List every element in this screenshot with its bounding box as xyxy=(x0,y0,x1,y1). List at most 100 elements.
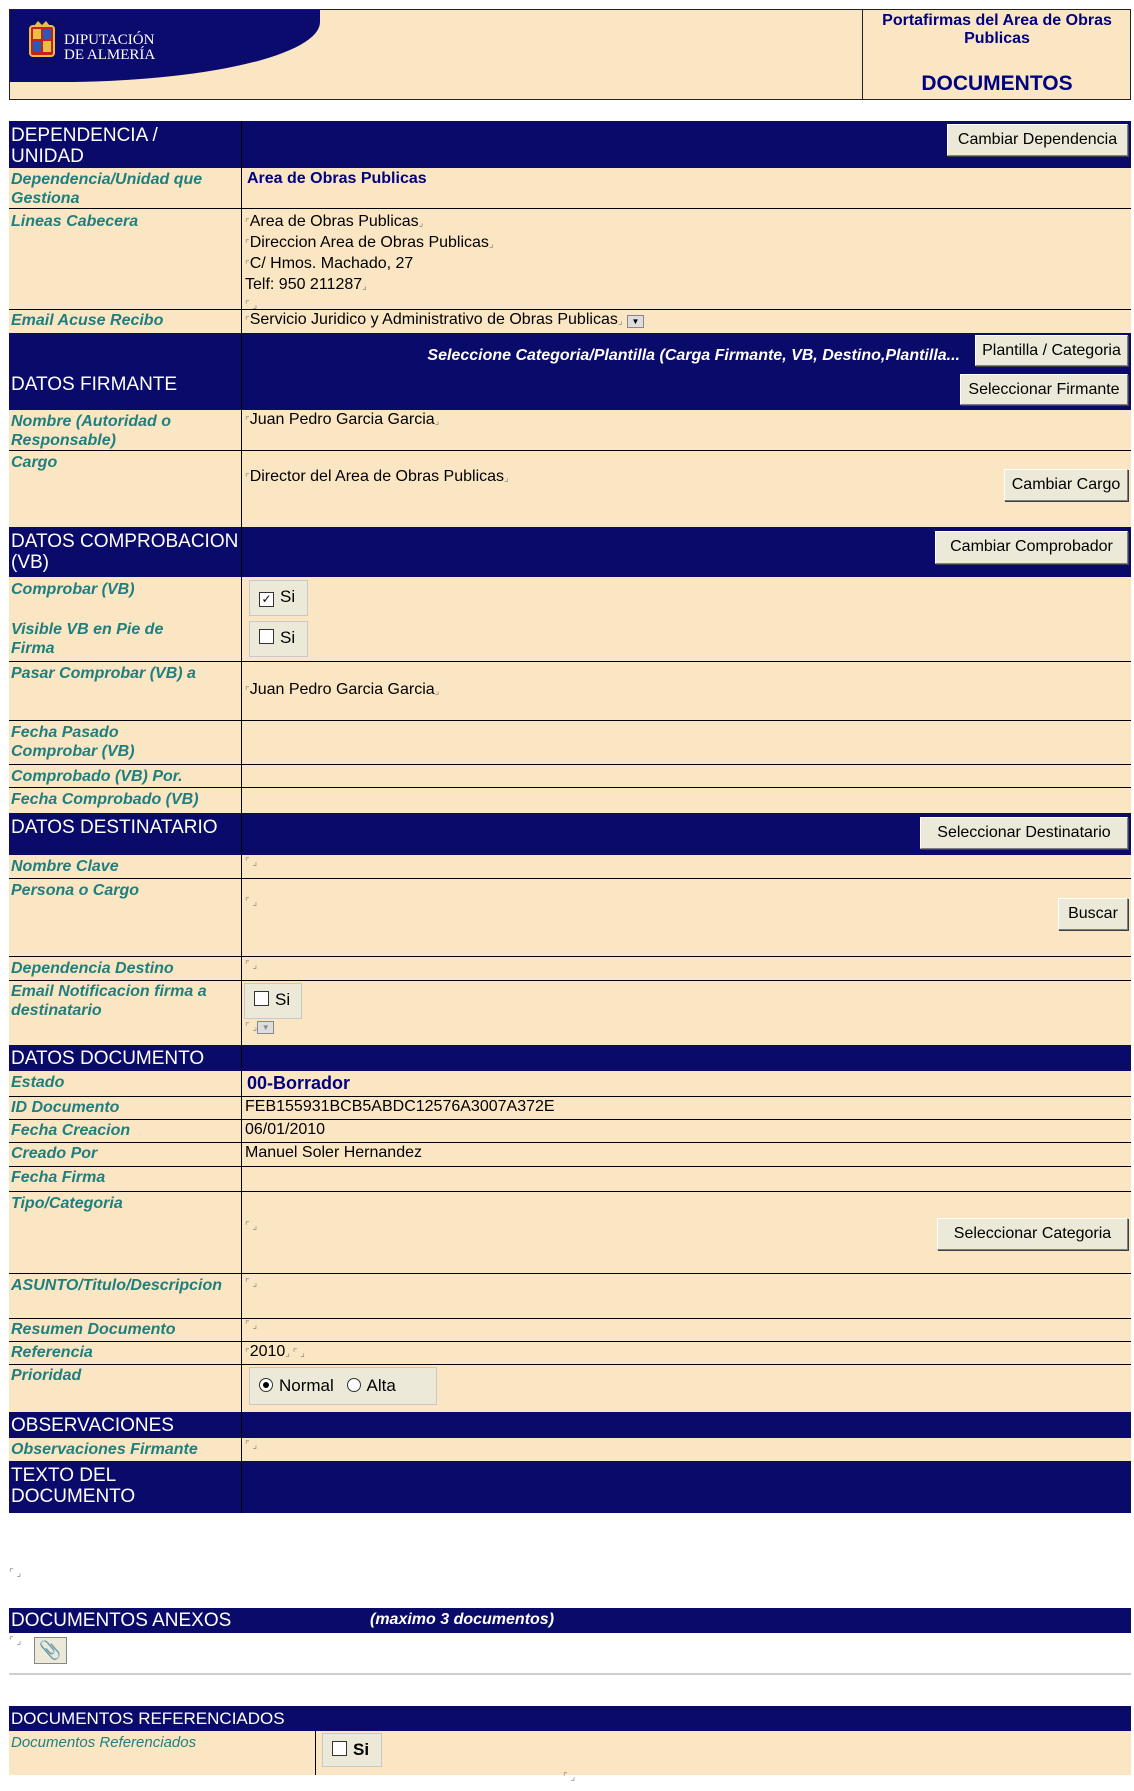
dependencia-destino-label: Dependencia Destino xyxy=(11,960,174,977)
prioridad-label: Prioridad xyxy=(11,1367,82,1384)
view-title: DOCUMENTOS xyxy=(921,72,1073,95)
divider xyxy=(9,1318,1131,1319)
cargo-field[interactable]: ⌜Director del Area de Obras Publicas⌟ xyxy=(245,468,509,486)
resumen-label: Resumen Documento xyxy=(11,1321,176,1338)
seleccionar-destinatario-button[interactable]: Seleccionar Destinatario xyxy=(920,817,1128,849)
plantilla-hint: Seleccione Categoria/Plantilla (Carga Fi… xyxy=(427,347,960,364)
gestiona-label: Dependencia/Unidad que Gestiona xyxy=(11,171,203,207)
app-title: Portafirmas del Area de Obras Publicas xyxy=(882,12,1112,47)
cambiar-comprobador-button[interactable]: Cambiar Comprobador xyxy=(935,531,1128,564)
seleccionar-firmante-button[interactable]: Seleccionar Firmante xyxy=(960,374,1128,405)
anexos-field: ⌜ ⌟ xyxy=(9,1636,22,1647)
resumen-field[interactable]: ⌜ ⌟ xyxy=(245,1320,257,1331)
comprobado-por-label: Comprobado (VB) Por. xyxy=(11,768,183,785)
email-notificacion-label: Email Notificacion firma a destinatario xyxy=(11,983,207,1019)
referenciados-column-divider xyxy=(315,1731,316,1775)
referenciados-checkbox[interactable]: Si xyxy=(322,1733,382,1767)
divider xyxy=(9,1341,1131,1342)
org-name-line2: DE ALMERÍA xyxy=(64,47,156,63)
asunto-field[interactable]: ⌜ ⌟ xyxy=(245,1278,257,1289)
divider xyxy=(9,1364,1131,1365)
referenciados-label: Documentos Referenciados xyxy=(11,1734,197,1751)
nombre-firmante-label: Nombre (Autoridad o Responsable) xyxy=(11,413,171,449)
divider xyxy=(9,1096,1131,1097)
creado-por-label: Creado Por xyxy=(11,1145,98,1162)
header-divider xyxy=(862,9,863,100)
column-divider xyxy=(241,121,242,1513)
visible-vb-checkbox[interactable]: Si xyxy=(249,621,308,657)
divider xyxy=(9,1166,1131,1167)
cabecera-line-1: ⌜Area de Obras Publicas⌟ xyxy=(245,213,424,230)
cabecera-label: Lineas Cabecera xyxy=(11,213,139,230)
comprobar-checkbox[interactable]: ✓ Si xyxy=(249,580,308,616)
persona-cargo-field[interactable]: ⌜ ⌟ xyxy=(245,897,257,908)
referenciados-field: ⌜ ⌟ xyxy=(563,1772,576,1783)
section-anexos-title: DOCUMENTOS ANEXOS xyxy=(11,1610,232,1631)
pasar-comprobar-field[interactable]: ⌜Juan Pedro Garcia Garcia⌟ xyxy=(245,681,439,699)
divider xyxy=(9,764,1131,765)
divider xyxy=(9,956,1131,957)
comprobar-label: Comprobar (VB) xyxy=(11,581,135,598)
divider xyxy=(9,309,1131,310)
cambiar-dependencia-button[interactable]: Cambiar Dependencia xyxy=(947,124,1128,156)
divider xyxy=(9,980,1131,981)
observaciones-firmante-field[interactable]: ⌜ ⌟ xyxy=(245,1440,257,1451)
creado-por-value: Manuel Soler Hernandez xyxy=(245,1144,422,1161)
cabecera-line-3: ⌜C/ Hmos. Machado, 27 xyxy=(245,255,414,272)
referencia-field[interactable]: ⌜2010⌟ ⌜ ⌟ xyxy=(245,1343,305,1361)
section-comprobacion-title: DATOS COMPROBACION (VB) xyxy=(11,531,239,573)
section-firmante-title: DATOS FIRMANTE xyxy=(11,374,178,395)
cabecera-line-2: ⌜Direccion Area de Obras Publicas⌟ xyxy=(245,234,494,251)
org-name-line1: DIPUTACIÓN xyxy=(64,32,155,48)
section-destinatario-title: DATOS DESTINATARIO xyxy=(11,817,218,838)
section-referenciados-title: DOCUMENTOS REFERENCIADOS xyxy=(11,1709,285,1728)
dropdown-arrow-icon[interactable]: ▼ xyxy=(626,315,644,328)
dependencia-destino-field[interactable]: ⌜ ⌟ xyxy=(245,960,257,971)
section-observaciones-title: OBSERVACIONES xyxy=(11,1415,174,1436)
nombre-firmante-field[interactable]: ⌜Juan Pedro Garcia Garcia⌟ xyxy=(245,411,439,429)
section-documento-title: DATOS DOCUMENTO xyxy=(11,1048,205,1069)
referencia-label: Referencia xyxy=(11,1344,93,1361)
checkbox-checked-icon: ✓ xyxy=(259,592,274,607)
id-documento-value: FEB155931BCB5ABDC12576A3007A372E xyxy=(245,1098,555,1115)
section-texto-title: TEXTO DEL DOCUMENTO xyxy=(11,1465,136,1507)
email-notificacion-checkbox[interactable]: Si xyxy=(244,983,302,1019)
email-acuse-field[interactable]: ⌜Servicio Juridico y Administrativo de O… xyxy=(245,311,644,329)
cargo-label: Cargo xyxy=(11,454,58,471)
seleccionar-categoria-button[interactable]: Seleccionar Categoria xyxy=(937,1218,1128,1250)
pasar-comprobar-label: Pasar Comprobar (VB) a xyxy=(11,665,196,682)
org-name: DIPUTACIÓN DE ALMERÍA xyxy=(64,33,155,63)
visible-vb-label: Visible VB en Pie de Firma xyxy=(11,621,164,657)
divider xyxy=(9,787,1131,788)
divider xyxy=(9,878,1131,879)
prioridad-alta-radio[interactable]: Alta xyxy=(346,1376,396,1395)
attach-button[interactable]: 📎 xyxy=(34,1637,67,1664)
buscar-button[interactable]: Buscar xyxy=(1058,898,1128,930)
tipo-categoria-label: Tipo/Categoria xyxy=(11,1195,123,1212)
anexos-note: (maximo 3 documentos) xyxy=(370,1611,555,1628)
nombre-clave-field[interactable]: ⌜ ⌟ xyxy=(245,857,257,868)
divider xyxy=(9,1142,1131,1143)
id-documento-label: ID Documento xyxy=(11,1099,120,1116)
email-acuse-label: Email Acuse Recibo xyxy=(11,312,164,329)
asunto-label: ASUNTO/Titulo/Descripcion xyxy=(11,1277,222,1294)
plantilla-categoria-button[interactable]: Plantilla / Categoria xyxy=(975,335,1128,366)
fecha-comprobado-label: Fecha Comprobado (VB) xyxy=(11,791,199,808)
dropdown-arrow-icon[interactable]: ▼ xyxy=(257,1021,275,1034)
coat-of-arms-icon xyxy=(28,20,56,60)
gestiona-value: Area de Obras Publicas xyxy=(247,170,427,187)
estado-label: Estado xyxy=(11,1074,65,1091)
prioridad-normal-radio[interactable]: Normal xyxy=(259,1376,334,1395)
email-notificacion-field[interactable]: ⌜ ⌟ ▼ xyxy=(245,1021,275,1034)
divider xyxy=(9,1119,1131,1120)
divider xyxy=(9,661,1131,662)
estado-value: 00-Borrador xyxy=(247,1073,351,1093)
section-dependencia-title: DEPENDENCIA / UNIDAD xyxy=(11,125,158,167)
cambiar-cargo-button[interactable]: Cambiar Cargo xyxy=(1004,469,1128,501)
prioridad-radio-group: Normal Alta xyxy=(249,1367,437,1405)
divider xyxy=(9,1273,1131,1274)
tipo-categoria-field[interactable]: ⌜ ⌟ xyxy=(245,1221,257,1232)
section-texto xyxy=(9,1461,1131,1513)
texto-documento-field[interactable]: ⌜ ⌟ xyxy=(9,1568,21,1579)
checkbox-unchecked-icon xyxy=(254,991,269,1006)
